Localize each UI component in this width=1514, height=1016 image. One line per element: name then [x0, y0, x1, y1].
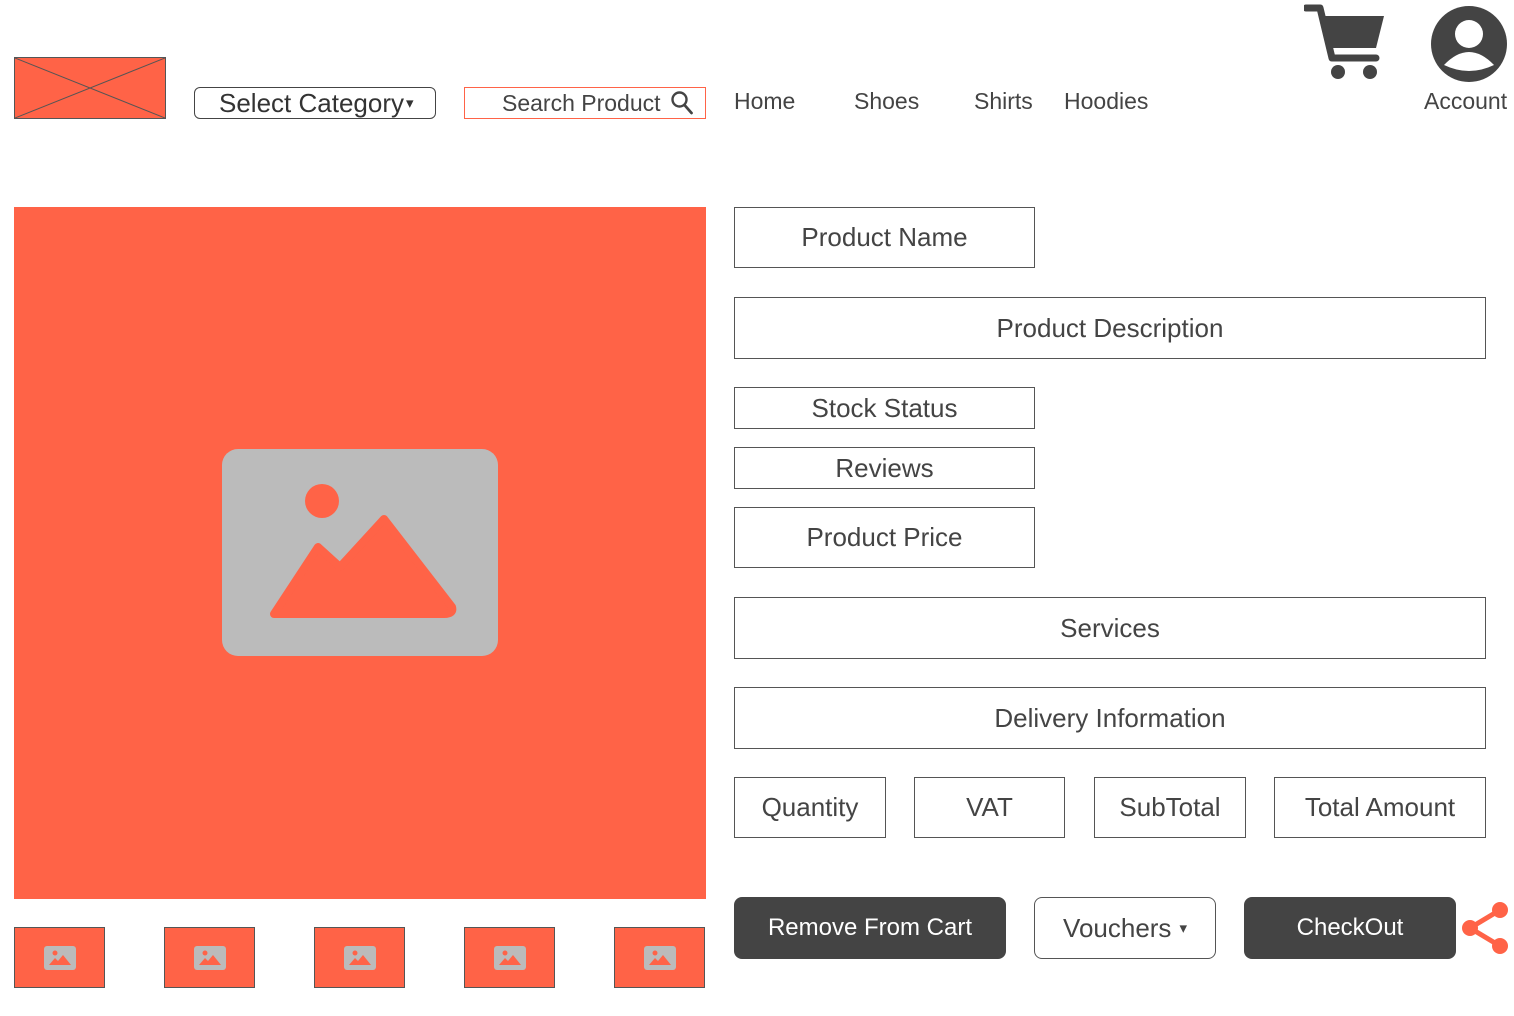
remove-from-cart-button[interactable]: Remove From Cart [734, 897, 1006, 959]
checkout-button[interactable]: CheckOut [1244, 897, 1456, 959]
product-description: Product Description [734, 297, 1486, 359]
search-icon[interactable] [670, 91, 693, 115]
image-placeholder-icon [15, 58, 165, 118]
category-select[interactable]: Select Category ▾ [194, 87, 436, 119]
image-placeholder-icon [43, 945, 76, 970]
chevron-down-icon: ▾ [1179, 920, 1187, 937]
image-placeholder-icon [193, 945, 226, 970]
category-select-value: Select Category [219, 87, 404, 118]
chevron-down-icon: ▾ [405, 95, 414, 112]
nav-shirts[interactable]: Shirts [974, 86, 1033, 116]
product-name: Product Name [734, 207, 1035, 268]
thumbnail-image[interactable] [464, 927, 555, 988]
thumbnail-image[interactable] [164, 927, 255, 988]
thumbnail-image[interactable] [14, 927, 105, 988]
search-input[interactable]: Search Product [464, 87, 706, 119]
stock-status: Stock Status [734, 387, 1035, 429]
nav-home[interactable]: Home [734, 86, 795, 116]
share-icon[interactable] [1460, 900, 1510, 956]
image-placeholder-icon [643, 945, 676, 970]
quantity-field[interactable]: Quantity [734, 777, 886, 838]
nav-hoodies[interactable]: Hoodies [1064, 86, 1148, 116]
services-section: Services [734, 597, 1486, 659]
delivery-information: Delivery Information [734, 687, 1486, 749]
subtotal-field: SubTotal [1094, 777, 1246, 838]
account-link[interactable]: Account [1424, 86, 1507, 116]
image-placeholder-icon [222, 449, 498, 656]
thumbnail-image[interactable] [614, 927, 705, 988]
total-amount-field: Total Amount [1274, 777, 1486, 838]
image-placeholder-icon [493, 945, 526, 970]
reviews-link[interactable]: Reviews [734, 447, 1035, 489]
nav-shoes[interactable]: Shoes [854, 86, 919, 116]
shopping-cart-icon[interactable] [1302, 4, 1388, 82]
vouchers-label: Vouchers [1063, 912, 1172, 943]
search-placeholder: Search Product [502, 89, 661, 116]
vat-field: VAT [914, 777, 1065, 838]
product-price: Product Price [734, 507, 1035, 568]
main-product-image [14, 207, 706, 899]
thumbnail-image[interactable] [314, 927, 405, 988]
image-placeholder-icon [343, 945, 376, 970]
vouchers-dropdown[interactable]: Vouchers ▾ [1034, 897, 1216, 959]
logo-placeholder[interactable] [14, 57, 166, 119]
user-account-icon[interactable] [1430, 5, 1508, 83]
